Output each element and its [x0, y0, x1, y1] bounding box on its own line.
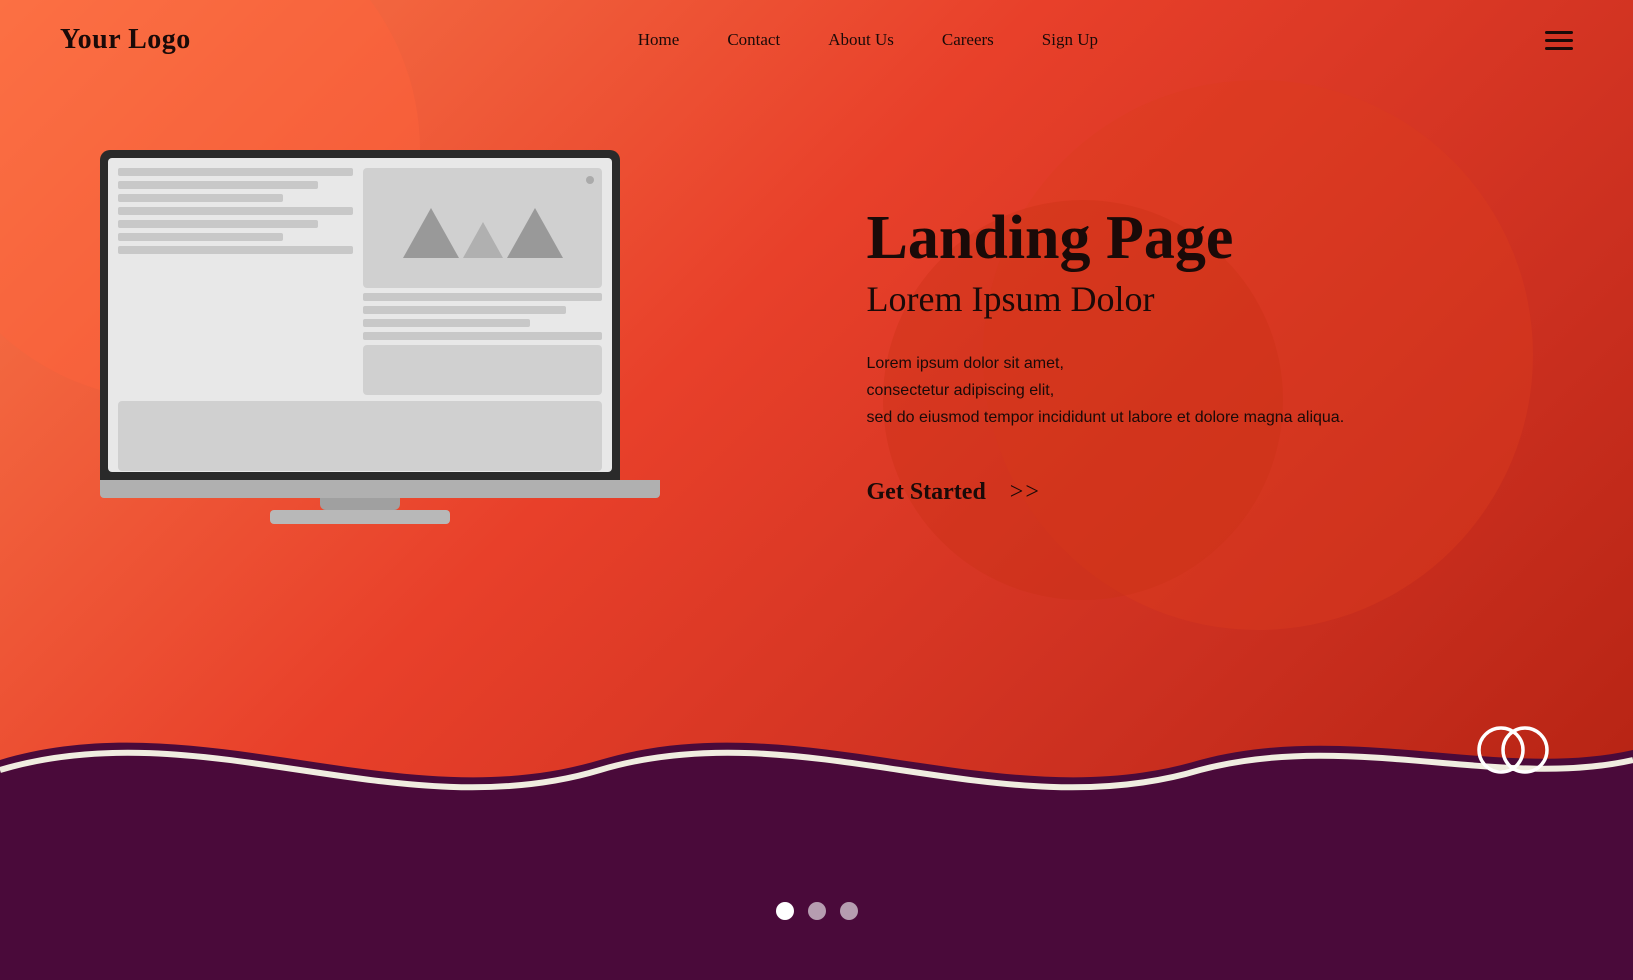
screen-line-1: [118, 168, 353, 176]
screen-small-block: [363, 345, 602, 395]
screen-line-4: [118, 207, 353, 215]
screen-right-line-4: [363, 332, 602, 340]
nav-item-careers[interactable]: Careers: [942, 30, 994, 49]
hero-right: Landing Page Lorem Ipsum Dolor Lorem ips…: [787, 184, 1574, 507]
laptop-base: [100, 480, 660, 498]
laptop-illustration: [80, 150, 640, 540]
hero-body: Lorem ipsum dolor sit amet, consectetur …: [867, 350, 1574, 432]
mountain-small-left: [463, 222, 503, 258]
hero-section: Landing Page Lorem Ipsum Dolor Lorem ips…: [0, 80, 1633, 610]
laptop-foot: [270, 510, 450, 524]
slide-dot-1[interactable]: [776, 902, 794, 920]
screen-line-5: [118, 220, 318, 228]
screen-content-left: [118, 168, 357, 395]
screen-right-line-2: [363, 306, 566, 314]
nav-item-about[interactable]: About Us: [828, 30, 894, 49]
rings-icon: [1473, 710, 1553, 790]
screen-line-6: [118, 233, 283, 241]
screen-line-2: [118, 181, 318, 189]
rings-decoration: [1473, 710, 1553, 795]
cta-area: Get Started >>: [867, 479, 1574, 506]
mountain-big: [403, 208, 459, 258]
screen-image: [363, 168, 602, 288]
slide-dot-2[interactable]: [808, 902, 826, 920]
screen-line-7: [118, 246, 353, 254]
cta-label[interactable]: Get Started: [867, 479, 986, 506]
nav-item-signup[interactable]: Sign Up: [1042, 30, 1098, 49]
slide-dots: [776, 902, 858, 920]
laptop-screen-inner: [108, 158, 612, 472]
nav-links: Home Contact About Us Careers Sign Up: [638, 30, 1098, 50]
slide-dot-3[interactable]: [840, 902, 858, 920]
hero-title: Landing Page: [867, 204, 1574, 272]
screen-image-dot: [586, 176, 594, 184]
laptop-screen: [100, 150, 620, 480]
mountain-icon: [403, 208, 563, 258]
screen-content-right: [363, 168, 602, 395]
mountain-big-2: [507, 208, 563, 258]
screen-line-3: [118, 194, 283, 202]
hero-subtitle: Lorem Ipsum Dolor: [867, 278, 1574, 320]
nav-item-home[interactable]: Home: [638, 30, 680, 49]
nav-item-contact[interactable]: Contact: [727, 30, 780, 49]
navbar: Your Logo Home Contact About Us Careers …: [0, 0, 1633, 80]
cta-arrow[interactable]: >>: [1010, 479, 1041, 506]
laptop-stand: [320, 498, 400, 510]
screen-right-line-3: [363, 319, 530, 327]
screen-right-line-1: [363, 293, 602, 301]
screen-wide-block: [118, 401, 602, 471]
hero-left: [60, 150, 787, 540]
hamburger-menu[interactable]: [1545, 31, 1573, 50]
logo[interactable]: Your Logo: [60, 24, 191, 56]
